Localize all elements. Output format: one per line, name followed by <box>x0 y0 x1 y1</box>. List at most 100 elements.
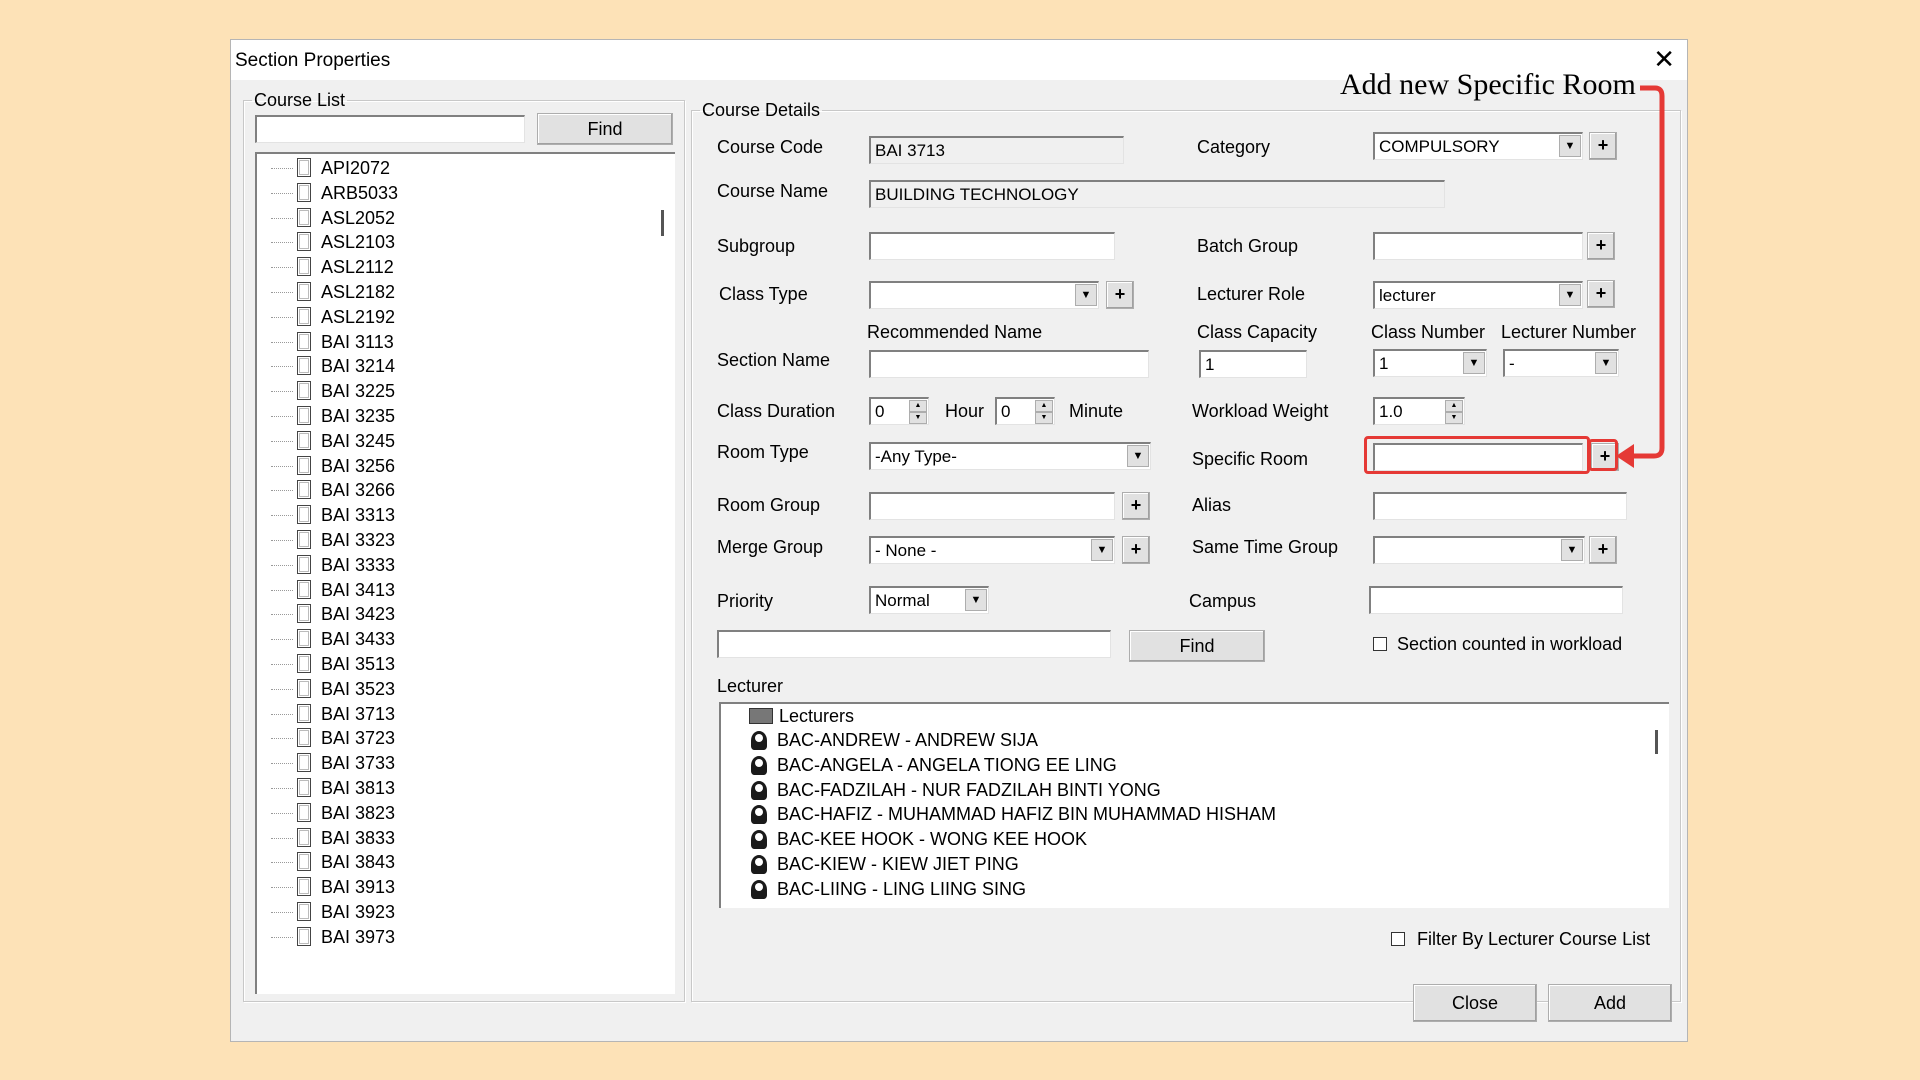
course-tree[interactable]: API2072 ARB5033 ASL2052 ASL2103 ASL2112 ASL21… <box>255 152 675 994</box>
course-tree-item[interactable]: BAI 3225 <box>271 381 395 405</box>
course-tree-item[interactable]: BAI 3423 <box>271 604 395 628</box>
lecturer-item[interactable]: BAC-KEE HOOK - WONG KEE HOOK <box>751 829 1087 853</box>
course-tree-item[interactable]: BAI 3813 <box>271 778 395 802</box>
document-icon <box>297 530 311 549</box>
tree-connector <box>271 465 293 467</box>
class-capacity-input[interactable]: 1 <box>1199 350 1307 378</box>
lecturer-item[interactable]: BAC-HAFIZ - MUHAMMAD HAFIZ BIN MUHAMMAD … <box>751 804 1276 828</box>
course-tree-item[interactable]: BAI 3523 <box>271 678 396 703</box>
course-tree-item[interactable]: BAI 3843 <box>271 852 395 876</box>
chevron-down-icon[interactable]: ▼ <box>1559 135 1581 157</box>
course-tree-item[interactable]: ASL2103 <box>271 232 395 256</box>
course-tree-item[interactable]: ASL2192 <box>271 306 395 331</box>
course-tree-item[interactable]: ASL2112 <box>271 257 394 281</box>
course-tree-item[interactable]: BAI 3256 <box>271 455 395 480</box>
course-tree-item[interactable]: BAI 3923 <box>271 902 395 926</box>
tree-connector <box>271 168 293 169</box>
section-name-input[interactable] <box>869 350 1149 378</box>
lecturer-tree-root[interactable]: Lecturers <box>749 706 854 730</box>
course-tree-item-label: BAI 3823 <box>321 802 396 823</box>
add-merge-group-button[interactable]: + <box>1122 536 1150 564</box>
add-same-time-group-button[interactable]: + <box>1589 536 1617 564</box>
workload-weight-spinner[interactable]: 1.0 ▲ ▼ <box>1373 397 1465 425</box>
class-number-select[interactable]: 1 ▼ <box>1373 349 1487 377</box>
person-icon <box>751 731 767 750</box>
course-tree-item-label: BAI 3523 <box>321 678 396 699</box>
course-tree-item[interactable]: API2072 <box>271 158 390 182</box>
course-tree-item[interactable]: BAI 3323 <box>271 530 395 554</box>
chevron-down-icon[interactable]: ▼ <box>1561 539 1583 561</box>
spin-arrows-icon[interactable]: ▲ ▼ <box>1445 400 1463 424</box>
course-search-input[interactable] <box>255 115 525 143</box>
chevron-down-icon[interactable]: ▼ <box>1463 352 1485 374</box>
course-tree-item[interactable]: BAI 3313 <box>271 505 395 529</box>
course-find-button[interactable]: Find <box>537 113 673 145</box>
duration-minute-spinner[interactable]: 0 ▲ ▼ <box>995 397 1055 425</box>
filter-by-lecturer-checkbox[interactable] <box>1391 932 1405 946</box>
lecturer-tree[interactable]: Lecturers BAC-ANDREW - ANDREW SIJA BAC-AN… <box>719 702 1669 908</box>
course-tree-item[interactable]: BAI 3333 <box>271 554 395 579</box>
lecturer-item[interactable]: BAC-ANGELA - ANGELA TIONG EE LING <box>751 755 1117 779</box>
lecturer-item[interactable]: BAC-FADZILAH - NUR FADZILAH BINTI YONG <box>751 780 1161 804</box>
course-tree-item[interactable]: BAI 3413 <box>271 579 395 604</box>
chevron-down-icon[interactable]: ▼ <box>1091 539 1113 561</box>
category-select[interactable]: COMPULSORY ▼ <box>1373 132 1583 160</box>
close-icon[interactable]: ✕ <box>1653 44 1675 75</box>
same-time-group-select[interactable]: ▼ <box>1373 536 1585 564</box>
course-tree-item[interactable]: BAI 3214 <box>271 356 395 380</box>
annotation-text: Add new Specific Room <box>1340 68 1636 101</box>
course-name-label: Course Name <box>717 181 829 201</box>
course-tree-item[interactable]: ASL2052 <box>271 207 395 232</box>
lecturer-item[interactable]: BAC-LIING - LING LIING SING <box>751 879 1026 903</box>
person-icon <box>751 805 767 825</box>
lecturer-item[interactable]: BAC-KIEW - KIEW JIET PING <box>751 854 1019 878</box>
course-tree-item[interactable]: BAI 3733 <box>271 753 395 777</box>
add-class-type-button[interactable]: + <box>1106 281 1134 309</box>
add-room-group-button[interactable]: + <box>1122 492 1150 520</box>
priority-select[interactable]: Normal ▼ <box>869 586 989 614</box>
course-tree-item[interactable]: BAI 3266 <box>271 480 395 504</box>
alias-label: Alias <box>1192 495 1232 515</box>
lecturer-search-input[interactable] <box>717 630 1111 658</box>
spin-arrows-icon[interactable]: ▲ ▼ <box>1035 400 1053 424</box>
room-type-select[interactable]: -Any Type- ▼ <box>869 442 1151 470</box>
chevron-down-icon[interactable]: ▼ <box>1559 284 1581 306</box>
subgroup-label: Subgroup <box>717 236 796 256</box>
course-tree-item[interactable]: BAI 3113 <box>271 331 394 356</box>
lecturer-item[interactable]: BAC-ANDREW - ANDREW SIJA <box>751 730 1038 754</box>
course-tree-item[interactable]: BAI 3245 <box>271 430 395 455</box>
chevron-down-icon[interactable]: ▼ <box>1075 284 1097 306</box>
course-tree-item[interactable]: BAI 3973 <box>271 926 395 951</box>
course-scrollbar[interactable] <box>661 210 664 236</box>
duration-hour-spinner[interactable]: 0 ▲ ▼ <box>869 397 929 425</box>
campus-input[interactable] <box>1369 586 1623 614</box>
subgroup-input[interactable] <box>869 232 1115 260</box>
course-tree-item[interactable]: ARB5033 <box>271 182 398 207</box>
merge-group-select[interactable]: - None - ▼ <box>869 536 1115 564</box>
lecturer-find-button[interactable]: Find <box>1129 630 1265 662</box>
course-tree-item[interactable]: BAI 3713 <box>271 703 395 728</box>
batch-group-input[interactable] <box>1373 232 1583 260</box>
course-tree-item[interactable]: ASL2182 <box>271 282 395 306</box>
chevron-down-icon[interactable]: ▼ <box>965 589 987 611</box>
add-button[interactable]: Add <box>1548 984 1672 1022</box>
spin-arrows-icon[interactable]: ▲ ▼ <box>909 400 927 424</box>
lecturer-role-select[interactable]: lecturer ▼ <box>1373 281 1583 309</box>
course-tree-item[interactable]: BAI 3235 <box>271 406 395 430</box>
alias-input[interactable] <box>1373 492 1627 520</box>
section-counted-checkbox[interactable] <box>1373 637 1387 651</box>
same-time-group-label: Same Time Group <box>1192 537 1339 557</box>
course-tree-item[interactable]: BAI 3433 <box>271 629 395 653</box>
course-tree-item[interactable]: BAI 3823 <box>271 802 396 827</box>
close-button[interactable]: Close <box>1413 984 1537 1022</box>
course-tree-item[interactable]: BAI 3913 <box>271 877 395 901</box>
room-group-input[interactable] <box>869 492 1115 520</box>
lecturer-number-select[interactable]: - ▼ <box>1503 349 1619 377</box>
lecturer-scrollbar[interactable] <box>1655 730 1658 754</box>
tree-connector <box>271 540 293 541</box>
course-tree-item[interactable]: BAI 3833 <box>271 827 395 852</box>
class-type-select[interactable]: ▼ <box>869 281 1099 309</box>
course-tree-item[interactable]: BAI 3723 <box>271 728 395 752</box>
course-tree-item[interactable]: BAI 3513 <box>271 654 395 678</box>
chevron-down-icon[interactable]: ▼ <box>1127 445 1149 467</box>
